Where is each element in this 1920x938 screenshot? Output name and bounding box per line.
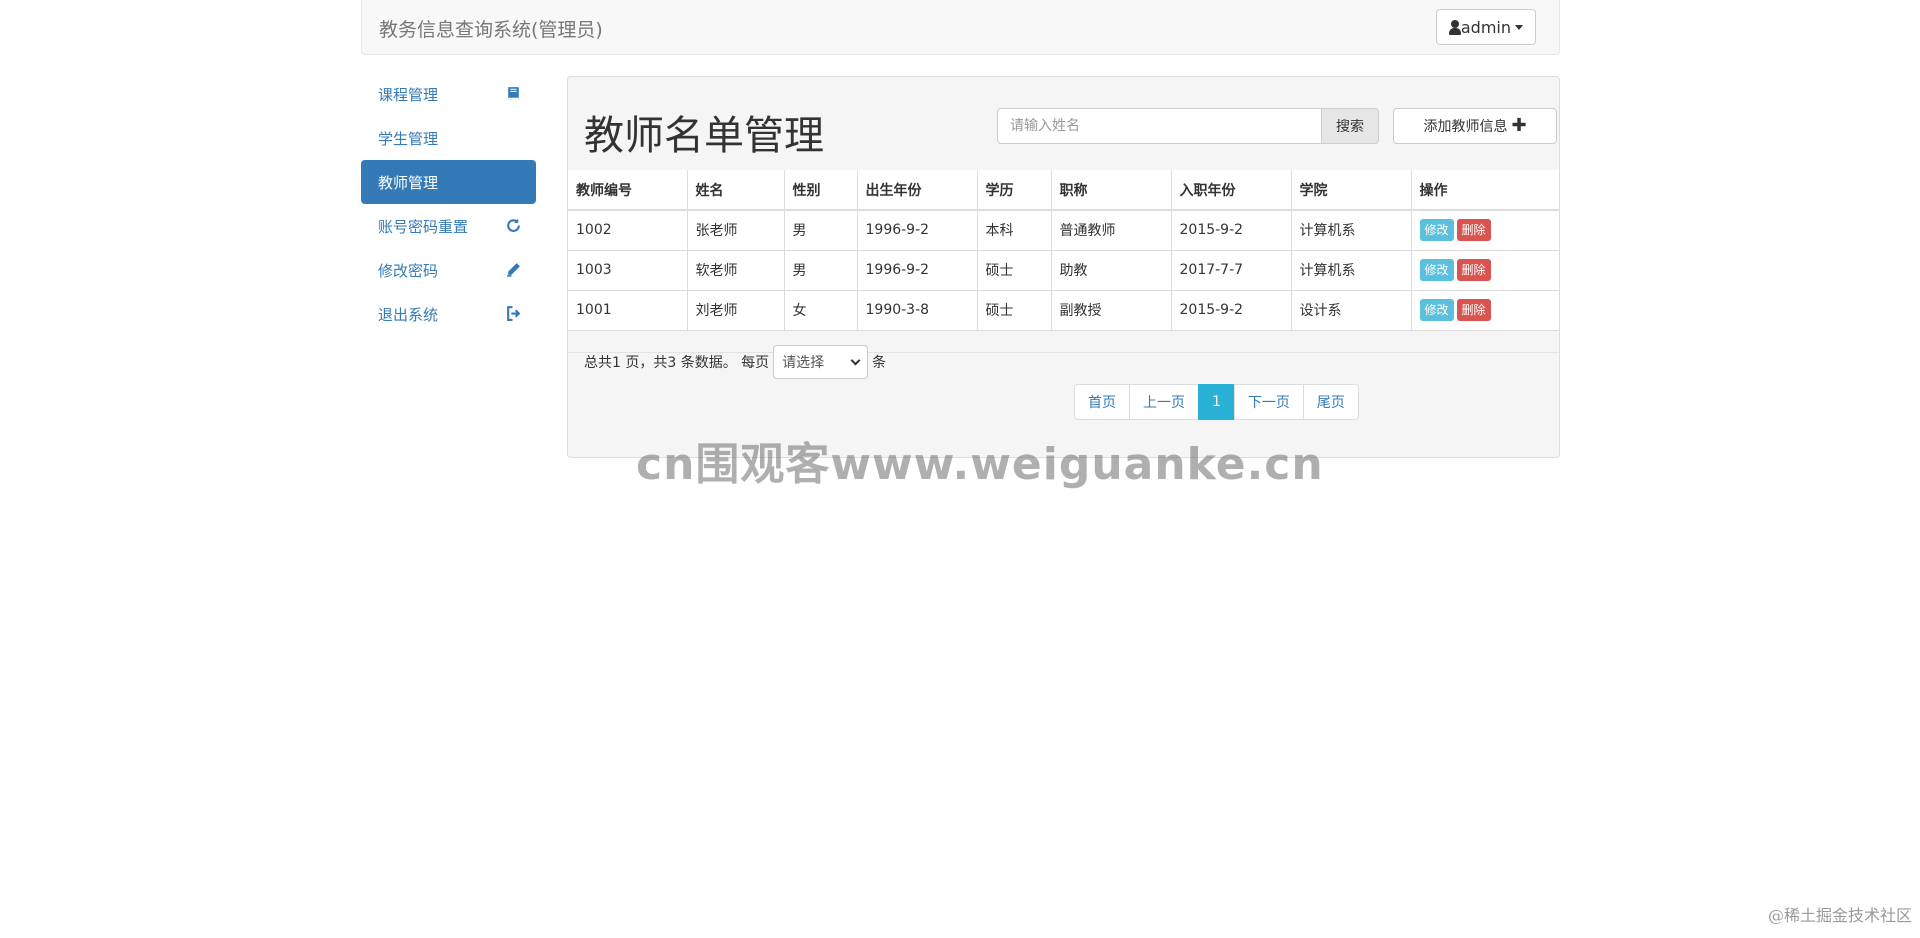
table-cell: 1002 [568, 210, 688, 251]
table-cell: 本科 [977, 210, 1052, 251]
table-cell: 1001 [568, 290, 688, 331]
pager-info-text: 总共1 页，共3 条数据。 每页 [584, 355, 770, 371]
plus-icon: ✚ [1511, 115, 1527, 136]
page-last[interactable]: 尾页 [1302, 384, 1359, 420]
column-header: 职称 [1051, 170, 1172, 211]
table-row: 1002 张老师 男 1996-9-2 本科 普通教师 2015-9-2 计算机… [568, 210, 1559, 251]
sidebar-item-teachers[interactable]: 教师管理 [361, 160, 536, 204]
column-header: 操作 [1411, 170, 1559, 211]
actions-cell: 修改 删除 [1411, 210, 1559, 251]
delete-button[interactable]: 删除 [1456, 259, 1491, 281]
table-row: 1003 软老师 男 1996-9-2 硕士 助教 2017-7-7 计算机系 … [568, 250, 1559, 291]
sidebar-item-label: 课程管理 [378, 85, 439, 104]
page-title: 教师名单管理 [584, 113, 824, 159]
pagination: 首页 上一页 1 下一页 尾页 [1074, 384, 1359, 420]
table-cell: 设计系 [1291, 290, 1412, 331]
column-header: 学院 [1291, 170, 1412, 211]
search-group: 搜索 [997, 108, 1379, 144]
sidebar-item-label: 修改密码 [378, 261, 439, 280]
column-header: 出生年份 [857, 170, 978, 211]
column-header: 姓名 [687, 170, 785, 211]
table-cell: 女 [784, 290, 858, 331]
column-header: 性别 [784, 170, 858, 211]
table-row: 1001 刘老师 女 1990-3-8 硕士 副教授 2015-9-2 设计系 … [568, 290, 1559, 331]
table-cell: 1990-3-8 [857, 290, 978, 331]
edit-button[interactable]: 修改 [1419, 299, 1454, 321]
table-cell: 副教授 [1051, 290, 1172, 331]
pager-info-suffix: 条 [872, 355, 887, 371]
per-page-value: 请选择 [782, 355, 825, 371]
per-page-select[interactable]: 请选择 [773, 345, 869, 379]
watermark: cn围观客www.weiguanke.cn [636, 439, 1324, 490]
app-title[interactable]: 教务信息查询系统(管理员) [379, 15, 603, 42]
table-cell: 计算机系 [1291, 210, 1412, 251]
chevron-down-icon [850, 355, 861, 365]
table-cell: 1996-9-2 [857, 250, 978, 291]
table-cell: 1996-9-2 [857, 210, 978, 251]
corner-watermark: @稀土掘金技术社区 [1767, 906, 1912, 925]
table-cell: 男 [784, 210, 858, 251]
sidebar-item-logout[interactable]: 退出系统 [361, 292, 536, 336]
logout-icon [507, 306, 521, 321]
search-button[interactable]: 搜索 [1322, 108, 1379, 144]
pager-info: 总共1 页，共3 条数据。 每页 请选择 条 [584, 345, 886, 379]
page-next[interactable]: 下一页 [1233, 384, 1304, 420]
column-header: 入职年份 [1171, 170, 1292, 211]
sidebar-item-reset-password[interactable]: 账号密码重置 [361, 204, 536, 248]
table-cell: 1003 [568, 250, 688, 291]
actions-cell: 修改 删除 [1411, 290, 1559, 331]
delete-button[interactable]: 删除 [1456, 299, 1491, 321]
table-cell: 助教 [1051, 250, 1172, 291]
sidebar-item-courses[interactable]: 课程管理 [361, 72, 536, 116]
table-cell: 普通教师 [1051, 210, 1172, 251]
column-header: 学历 [977, 170, 1052, 211]
edit-button[interactable]: 修改 [1419, 259, 1454, 281]
edit-button[interactable]: 修改 [1419, 219, 1454, 242]
user-name: admin [1460, 17, 1511, 37]
table-cell: 软老师 [687, 250, 785, 291]
pencil-icon [507, 263, 520, 277]
table-cell: 硕士 [977, 290, 1052, 331]
add-teacher-label: 添加教师信息 [1423, 119, 1508, 135]
sidebar-item-label: 退出系统 [378, 305, 439, 324]
user-icon [1448, 19, 1461, 35]
add-teacher-button[interactable]: 添加教师信息 ✚ [1393, 108, 1557, 144]
column-header: 教师编号 [568, 170, 688, 211]
sidebar-item-label: 学生管理 [378, 129, 439, 148]
user-menu-button[interactable]: admin [1435, 9, 1536, 45]
refresh-icon [507, 218, 520, 232]
caret-down-icon [1515, 24, 1523, 30]
table-cell: 计算机系 [1291, 250, 1412, 291]
actions-cell: 修改 删除 [1411, 250, 1559, 291]
table-cell: 男 [784, 250, 858, 291]
table-cell: 刘老师 [687, 290, 785, 331]
sidebar-item-students[interactable]: 学生管理 [361, 116, 536, 160]
sidebar: 课程管理 学生管理 教师管理 账号密码重置 修改密码 退出系统 [361, 72, 536, 336]
top-navbar: 教务信息查询系统(管理员) admin [361, 0, 1560, 55]
sidebar-item-label: 账号密码重置 [378, 217, 469, 236]
table-cell: 2015-9-2 [1171, 210, 1292, 251]
sidebar-item-change-password[interactable]: 修改密码 [361, 248, 536, 292]
search-input[interactable] [997, 108, 1322, 144]
page-first[interactable]: 首页 [1074, 384, 1130, 420]
page-current[interactable]: 1 [1198, 384, 1235, 420]
book-icon [508, 87, 519, 100]
table-cell: 硕士 [977, 250, 1052, 291]
sidebar-item-label: 教师管理 [378, 173, 439, 192]
table-header-row: 教师编号 姓名 性别 出生年份 学历 职称 入职年份 学院 操作 [568, 170, 1559, 211]
table-cell: 张老师 [687, 210, 785, 251]
teacher-list-panel: 教师名单管理 搜索 添加教师信息 ✚ 教师编号 姓名 性别 出生年份 学历 职称… [567, 76, 1560, 458]
table-cell: 2017-7-7 [1171, 250, 1292, 291]
delete-button[interactable]: 删除 [1456, 219, 1491, 242]
table-cell: 2015-9-2 [1171, 290, 1292, 331]
page-prev[interactable]: 上一页 [1129, 384, 1199, 420]
teacher-table: 教师编号 姓名 性别 出生年份 学历 职称 入职年份 学院 操作 1002 张老… [568, 170, 1559, 331]
